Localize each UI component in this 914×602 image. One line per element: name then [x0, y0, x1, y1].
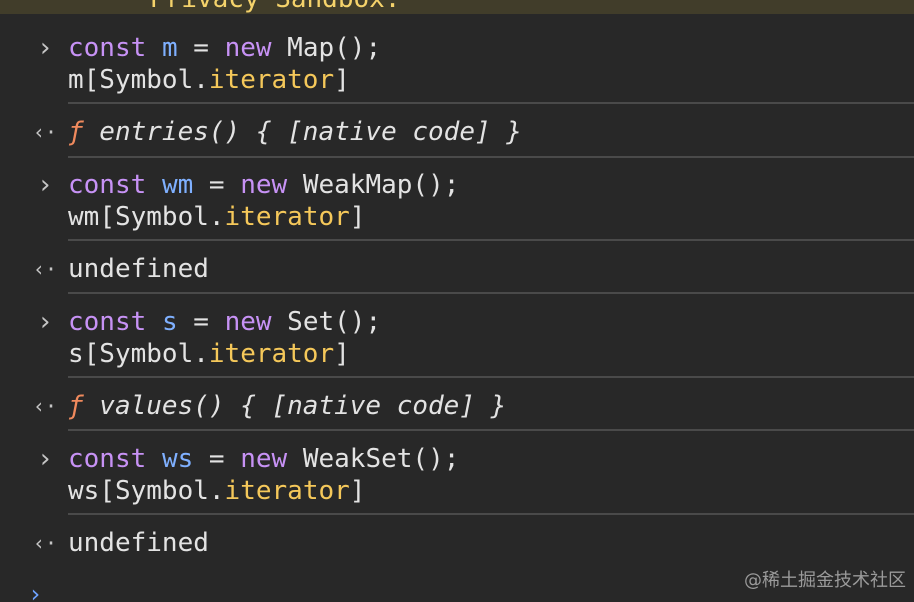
entry-divider: [68, 429, 914, 431]
output-value: undefined: [68, 528, 209, 558]
input-chevron-icon: ›: [37, 33, 53, 63]
entry-divider: [68, 239, 914, 241]
output-chevron-icon: ‹·: [32, 120, 58, 144]
code-line: wm[Symbol.iterator]: [68, 202, 366, 232]
input-chevron-icon: ›: [37, 444, 53, 474]
warning-banner-text: Privacy Sandbox.: [150, 0, 400, 12]
output-value: undefined: [68, 254, 209, 284]
entry-divider: [68, 102, 914, 104]
output-chevron-icon: ‹·: [32, 394, 58, 418]
code-line: const ws = new WeakSet();: [68, 444, 460, 474]
output-value: ƒ values() { [native code] }: [68, 391, 507, 421]
devtools-console: Privacy Sandbox. › const m = new Map(); …: [0, 0, 914, 602]
console-input-prompt[interactable]: ›: [28, 580, 42, 602]
warning-banner: Privacy Sandbox.: [0, 0, 914, 14]
entry-divider: [68, 513, 914, 515]
code-line: const s = new Set();: [68, 307, 382, 337]
code-line: m[Symbol.iterator]: [68, 65, 350, 95]
output-chevron-icon: ‹·: [32, 257, 58, 281]
code-line: const wm = new WeakMap();: [68, 170, 460, 200]
code-line: s[Symbol.iterator]: [68, 339, 350, 369]
input-chevron-icon: ›: [37, 307, 53, 337]
entry-divider: [68, 156, 914, 158]
output-chevron-icon: ‹·: [32, 531, 58, 555]
entry-divider: [68, 292, 914, 294]
code-line: const m = new Map();: [68, 33, 382, 63]
watermark: @稀土掘金技术社区: [744, 570, 906, 591]
code-line: ws[Symbol.iterator]: [68, 476, 366, 506]
input-chevron-icon: ›: [37, 170, 53, 200]
output-value: ƒ entries() { [native code] }: [68, 117, 522, 147]
entry-divider: [68, 376, 914, 378]
